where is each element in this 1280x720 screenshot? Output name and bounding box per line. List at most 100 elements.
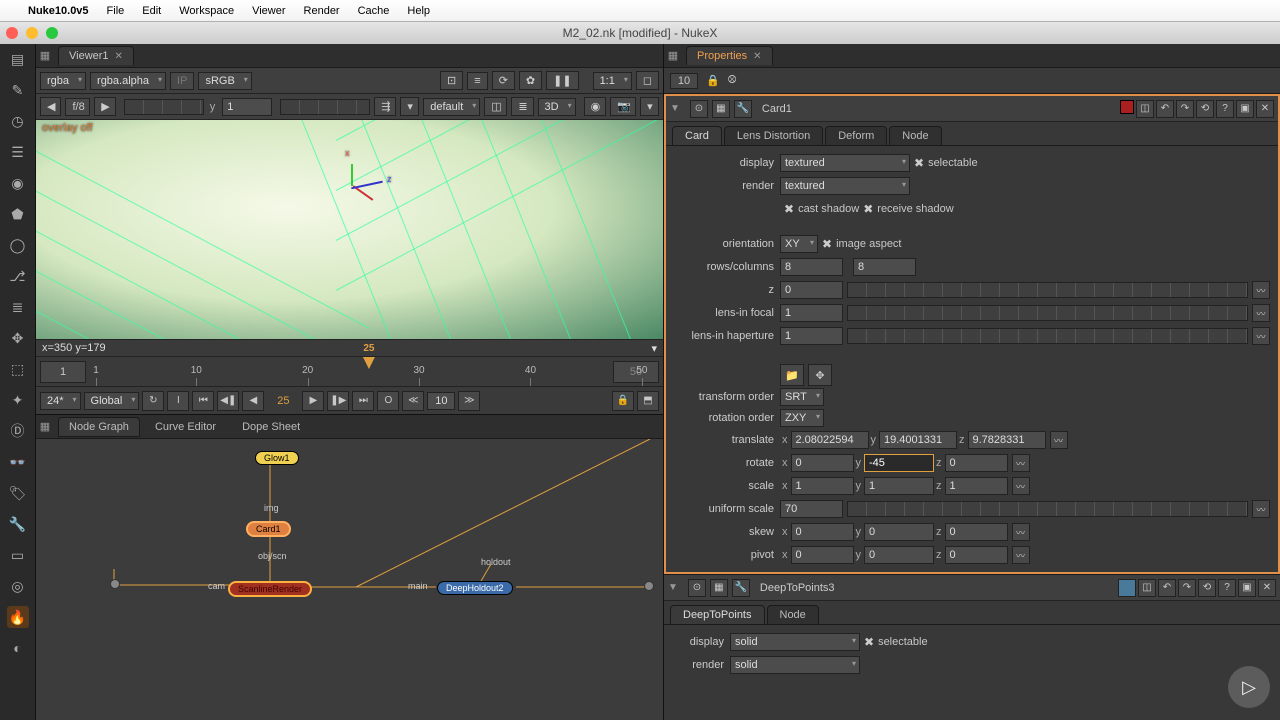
pane-menu-icon[interactable]: ▦: [36, 49, 54, 62]
camera-icon[interactable]: 📷: [610, 97, 636, 116]
clear-all-icon[interactable]: ⮾: [728, 74, 737, 87]
tool-3d-icon[interactable]: ⬚: [7, 358, 29, 380]
viewer-tab[interactable]: Viewer1 ✕: [58, 46, 134, 65]
undo-icon[interactable]: ↶: [1156, 100, 1174, 118]
tool-draw-icon[interactable]: ✎: [7, 79, 29, 101]
deep-render-selector[interactable]: solid: [730, 656, 860, 674]
rotate-z-field[interactable]: [945, 454, 1008, 472]
next-key-button[interactable]: ❚▶: [327, 391, 349, 411]
lines-icon[interactable]: ≡: [467, 72, 487, 90]
snap-icon[interactable]: ✥: [808, 364, 832, 386]
lock-icon[interactable]: 🔒: [612, 391, 634, 411]
tab-dopesheet[interactable]: Dope Sheet: [231, 417, 311, 437]
anim-menu-icon[interactable]: 〰: [1012, 546, 1030, 564]
viewer-viewport[interactable]: overlay off x z: [36, 120, 663, 339]
out-point-button[interactable]: O: [377, 391, 399, 411]
tool-filter-icon[interactable]: ⬟: [7, 203, 29, 225]
deep-selectable-checkbox[interactable]: ✖: [864, 635, 874, 649]
close-panel-icon[interactable]: ✕: [1256, 100, 1274, 118]
float-icon[interactable]: ▣: [1236, 100, 1254, 118]
transform-order-selector[interactable]: SRT: [780, 388, 824, 406]
revert-icon[interactable]: ⟲: [1198, 579, 1216, 597]
lut-selector[interactable]: sRGB: [198, 72, 251, 90]
fstop-display[interactable]: f/8: [65, 98, 90, 116]
wrench-icon[interactable]: 🔧: [734, 100, 752, 118]
translate-z-field[interactable]: [968, 431, 1046, 449]
anim-menu-icon[interactable]: 〰: [1252, 327, 1270, 345]
menu-file[interactable]: File: [107, 5, 125, 17]
image-aspect-checkbox[interactable]: ✖: [822, 237, 832, 251]
y-field[interactable]: [222, 98, 272, 116]
snapshot-icon[interactable]: ◫: [1138, 579, 1156, 597]
tool-flame-icon[interactable]: 🔥: [7, 606, 29, 628]
dot-node[interactable]: [110, 579, 120, 589]
rows-field[interactable]: [780, 258, 843, 276]
expand-localmatrix-icon[interactable]: ▶: [674, 573, 682, 575]
clip-icon[interactable]: ⊡: [440, 71, 463, 90]
pivot-z-field[interactable]: [945, 546, 1008, 564]
tab-node[interactable]: Node: [767, 605, 819, 624]
anim-menu-icon[interactable]: 〰: [1252, 304, 1270, 322]
tab-nodegraph[interactable]: Node Graph: [58, 417, 140, 437]
pane-menu-icon[interactable]: ▦: [664, 49, 682, 62]
alpha-channel-selector[interactable]: rgba.alpha: [90, 72, 166, 90]
playhead-icon[interactable]: [363, 357, 375, 369]
proxy-icon[interactable]: ⇶: [374, 97, 396, 116]
cols-field[interactable]: [853, 258, 916, 276]
fit-icon[interactable]: ◻: [636, 71, 659, 90]
skew-x-field[interactable]: [791, 523, 854, 541]
file-browser-icon[interactable]: 📁: [780, 364, 804, 386]
rotation-order-selector[interactable]: ZXY: [780, 409, 824, 427]
tab-node[interactable]: Node: [889, 126, 941, 145]
fps-selector[interactable]: 24*: [40, 392, 81, 410]
tab-curveeditor[interactable]: Curve Editor: [144, 417, 227, 437]
last-frame-button[interactable]: ⏭: [352, 391, 374, 411]
app-menu[interactable]: Nuke10.0v5: [28, 5, 89, 17]
card-node[interactable]: Card1: [246, 521, 291, 537]
menu-viewer[interactable]: Viewer: [252, 5, 285, 17]
skew-y-field[interactable]: [864, 523, 934, 541]
menu-edit[interactable]: Edit: [142, 5, 161, 17]
menu-render[interactable]: Render: [304, 5, 340, 17]
render-selector[interactable]: textured: [780, 177, 910, 195]
close-icon[interactable]: ✕: [753, 51, 761, 62]
orientation-selector[interactable]: XY: [780, 235, 818, 253]
cast-shadow-checkbox[interactable]: ✖: [784, 202, 794, 216]
refresh-icon[interactable]: ⟳: [492, 71, 515, 90]
translate-x-field[interactable]: [791, 431, 869, 449]
tool-color-icon[interactable]: ◉: [7, 172, 29, 194]
anim-menu-icon[interactable]: 〰: [1252, 281, 1270, 299]
anim-menu-icon[interactable]: 〰: [1012, 523, 1030, 541]
tool-toolsets-icon[interactable]: 🔧: [7, 513, 29, 535]
receive-shadow-checkbox[interactable]: ✖: [863, 202, 873, 216]
timeline-scale[interactable]: 25 1 10 20 30 40 50: [96, 357, 653, 386]
current-frame[interactable]: 25: [267, 395, 299, 407]
rotate-x-field[interactable]: [791, 454, 854, 472]
z-slider[interactable]: [847, 282, 1248, 298]
lock-all-icon[interactable]: 🔒: [706, 74, 720, 87]
jump-back-button[interactable]: ≪: [402, 391, 424, 411]
anim-menu-icon[interactable]: 〰: [1252, 500, 1270, 518]
pivot-x-field[interactable]: [791, 546, 854, 564]
collapse-icon[interactable]: ▼: [670, 103, 680, 114]
tool-other-icon[interactable]: ▭: [7, 544, 29, 566]
scale-z-field[interactable]: [945, 477, 1008, 495]
center-icon[interactable]: ⊙: [688, 579, 706, 597]
deepholdout-node[interactable]: DeepHoldout2: [437, 581, 513, 595]
selectable-checkbox[interactable]: ✖: [914, 156, 924, 170]
play-forward-button[interactable]: ▶: [302, 391, 324, 411]
skew-z-field[interactable]: [945, 523, 1008, 541]
pause-icon[interactable]: ❚❚: [546, 71, 578, 90]
tool-transform-icon[interactable]: ✥: [7, 327, 29, 349]
minimize-window-button[interactable]: [26, 27, 38, 39]
close-window-button[interactable]: [6, 27, 18, 39]
3d-selector[interactable]: 3D: [538, 98, 576, 116]
dot-node[interactable]: [644, 581, 654, 591]
lensin-focal-slider[interactable]: [847, 305, 1248, 321]
node-color-swatch[interactable]: [1120, 100, 1134, 114]
timeline[interactable]: 1 50 25 1 10 20 30 40 50: [36, 357, 663, 387]
translate-y-field[interactable]: [879, 431, 957, 449]
help-icon[interactable]: ?: [1218, 579, 1236, 597]
coords-dropdown-icon[interactable]: ▾: [651, 342, 657, 355]
properties-tab[interactable]: Properties ✕: [686, 46, 773, 65]
